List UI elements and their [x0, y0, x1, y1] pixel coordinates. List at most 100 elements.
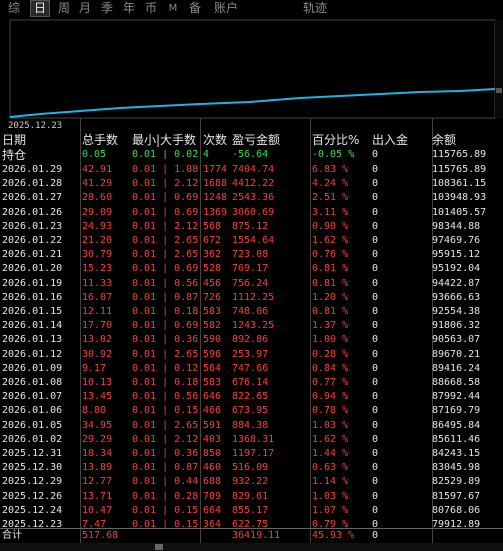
row-date: 2025.12.31 [2, 448, 63, 459]
table-row[interactable]: 2026.01.06 8.80 0.01 | 0.15 466 673.95 0.78 %… [0, 405, 503, 417]
row-flow: 0 [372, 320, 379, 332]
table-row[interactable]: 2026.01.15 12.11 0.01 | 0.18 583 748.06 0.81 … [0, 306, 503, 318]
row-count: 528 [203, 263, 222, 275]
row-total-lots: 30.79 [82, 249, 113, 261]
row-pnl: 1554.64 [232, 235, 275, 246]
row-min-max-lots: 0.01 | 2.65 [132, 235, 199, 246]
row-min-max-lots: 0.01 | 0.18 [132, 306, 199, 317]
position-percent: -0.05 % [312, 149, 355, 160]
row-count: 460 [203, 462, 222, 474]
table-row[interactable]: 2026.01.29 42.91 0.01 | 1.08 1774 7404.74 6.8… [0, 164, 503, 176]
row-min-max-lots: 0.01 | 0.15 [132, 504, 199, 516]
tab-year[interactable]: 年 [120, 0, 138, 17]
row-total-lots: 42.91 [82, 164, 113, 175]
row-percent: 1.03 % [312, 419, 349, 431]
tab-currency[interactable]: 币 [142, 0, 160, 17]
row-pnl: 1197.17 [232, 448, 275, 459]
tab-m[interactable]: M [164, 0, 182, 17]
tab-quarter[interactable]: 季 [98, 0, 116, 17]
table-row[interactable]: 2026.01.12 30.92 0.01 | 2.65 596 253.97 0.28 … [0, 349, 503, 361]
table-row[interactable]: 2026.01.02 29.29 0.01 | 2.12 403 1368.31 1.62… [0, 434, 503, 446]
row-min-max-lots: 0.01 | 0.44 [132, 476, 199, 488]
table-row[interactable]: 2026.01.20 15.23 0.01 | 0.69 528 769.17 0.81 … [0, 263, 503, 275]
table-row[interactable]: 2025.12.31 18.34 0.01 | 0.36 850 1197.17 1.44… [0, 448, 503, 460]
table-row[interactable]: 2025.12.24 10.47 0.01 | 0.15 664 855.17 1.07 … [0, 505, 503, 517]
row-flow: 0 [372, 377, 379, 388]
row-count: 582 [203, 320, 222, 332]
table-row[interactable]: 2026.01.16 16.07 0.01 | 0.87 726 1112.25 1.20… [0, 292, 503, 304]
row-date: 2026.01.20 [2, 263, 63, 275]
tab-week[interactable]: 周 [55, 0, 73, 17]
row-balance: 91806.32 [432, 320, 481, 332]
scrollbar-thumb[interactable] [155, 544, 163, 550]
row-min-max-lots: 0.01 | 2.65 [132, 348, 199, 360]
row-pnl: 747.66 [232, 362, 269, 374]
row-balance: 90563.07 [432, 334, 481, 346]
row-balance: 87992.44 [432, 391, 481, 403]
table-row[interactable]: 2026.01.07 13.45 0.01 | 0.56 646 822.65 0.94 … [0, 391, 503, 403]
row-count: 672 [203, 235, 222, 246]
row-date: 2026.01.27 [2, 192, 63, 204]
row-balance: 115765.89 [432, 164, 487, 175]
row-min-max-lots: 0.01 | 0.56 [132, 391, 199, 403]
row-date: 2026.01.21 [2, 249, 63, 261]
table-row[interactable]: 2026.01.28 41.29 0.01 | 2.12 1688 4412.22 4.2… [0, 178, 503, 190]
table-row[interactable]: 2025.12.30 13.89 0.01 | 0.87 460 516.09 0.63 … [0, 462, 503, 474]
row-total-lots: 16.07 [82, 291, 113, 303]
row-count: 726 [203, 291, 222, 303]
row-total-lots: 12.77 [82, 476, 113, 488]
row-count: 664 [203, 504, 222, 516]
table-row[interactable]: 2026.01.26 29.09 0.01 | 0.69 1369 3060.69 3.1… [0, 207, 503, 219]
row-flow: 0 [372, 348, 379, 360]
row-date: 2026.01.07 [2, 391, 63, 403]
tab-account[interactable]: 账户 [210, 0, 242, 17]
row-balance: 86495.84 [432, 419, 481, 431]
row-flow: 0 [372, 362, 379, 374]
row-date: 2026.01.23 [2, 220, 63, 232]
row-percent: 1.20 % [312, 291, 349, 303]
row-min-max-lots: 0.01 | 2.65 [132, 419, 199, 431]
position-count: 4 [203, 149, 210, 160]
row-pnl: 756.24 [232, 277, 269, 289]
row-percent: 1.14 % [312, 476, 349, 488]
table-row[interactable]: 2025.12.29 12.77 0.01 | 0.44 688 932.22 1.14 … [0, 476, 503, 488]
row-pnl: 2543.36 [232, 192, 275, 204]
row-flow: 0 [372, 220, 379, 232]
row-min-max-lots: 0.01 | 0.28 [132, 490, 199, 502]
position-row[interactable]: 0.05 0.01 | 0.02 4 -56.64 -0.05 % 0 1157… [0, 149, 503, 161]
horizontal-scrollbar[interactable] [0, 543, 503, 551]
table-row[interactable]: 2026.01.19 11.33 0.01 | 0.56 456 756.24 0.81 … [0, 278, 503, 290]
row-balance: 103948.93 [432, 192, 487, 204]
row-balance: 85611.46 [432, 433, 481, 445]
tab-notes[interactable]: 备 [186, 0, 204, 17]
table-row[interactable]: 2026.01.09 9.17 0.01 | 0.12 564 747.66 0.84 %… [0, 363, 503, 375]
row-percent: 1.62 % [312, 433, 349, 445]
row-min-max-lots: 0.01 | 0.56 [132, 277, 199, 289]
table-row[interactable]: 2026.01.23 24.93 0.01 | 2.12 568 875.12 0.90 … [0, 221, 503, 233]
row-min-max-lots: 0.01 | 2.65 [132, 249, 199, 261]
table-row[interactable]: 2026.01.27 28.60 0.01 | 0.69 1248 2543.36 2.5… [0, 192, 503, 204]
total-percent: 45.93 % [312, 530, 355, 541]
row-pnl: 253.97 [232, 348, 269, 360]
row-total-lots: 29.09 [82, 206, 113, 218]
row-percent: 1.62 % [312, 235, 349, 246]
tab-month[interactable]: 月 [76, 0, 94, 17]
tab-trajectory[interactable]: 轨迹 [300, 0, 330, 17]
tab-overview[interactable]: 综 [5, 0, 23, 17]
row-percent: 0.81 % [312, 277, 349, 289]
row-total-lots: 29.29 [82, 433, 113, 445]
row-min-max-lots: 0.01 | 2.12 [132, 178, 199, 190]
table-row[interactable]: 2026.01.13 13.02 0.01 | 0.36 590 892.86 1.00 … [0, 334, 503, 346]
row-pnl: 3060.69 [232, 206, 275, 218]
table-row[interactable]: 2026.01.21 30.79 0.01 | 2.65 362 723.08 0.76 … [0, 249, 503, 261]
table-row[interactable]: 2026.01.08 10.13 0.01 | 0.18 583 676.14 0.77 … [0, 377, 503, 389]
row-flow: 0 [372, 476, 379, 488]
table-row[interactable]: 2026.01.05 34.95 0.01 | 2.65 591 884.38 1.03 … [0, 420, 503, 432]
table-row[interactable]: 2026.01.14 17.70 0.01 | 0.69 582 1243.25 1.37… [0, 320, 503, 332]
table-row[interactable]: 2026.01.22 21.20 0.01 | 2.65 672 1554.64 1.62… [0, 235, 503, 247]
row-count: 646 [203, 391, 222, 403]
tab-day[interactable]: 日 [30, 0, 50, 17]
row-total-lots: 13.89 [82, 462, 113, 474]
table-row[interactable]: 2025.12.26 13.71 0.01 | 0.28 709 829.61 1.03 … [0, 491, 503, 503]
row-count: 850 [203, 448, 222, 459]
